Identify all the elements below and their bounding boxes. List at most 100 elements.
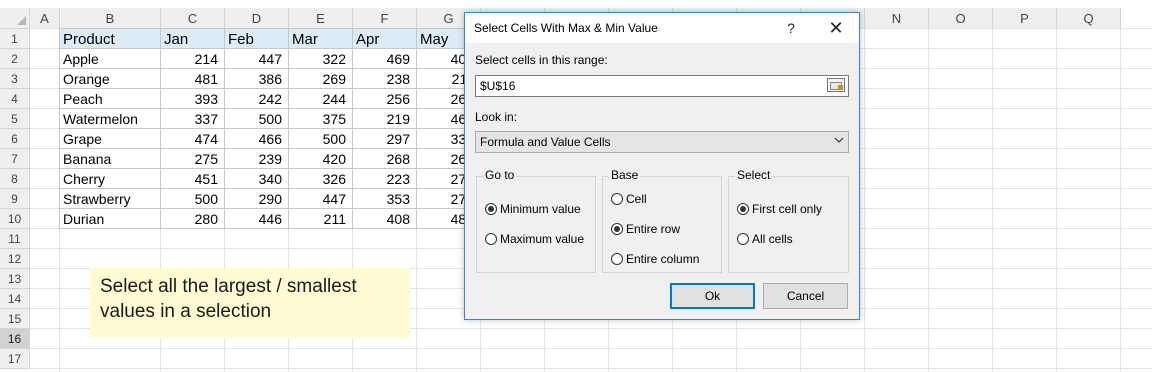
table-header-cell[interactable]: Jan xyxy=(161,29,224,49)
table-cell[interactable]: Strawberry xyxy=(60,189,160,209)
table-cell[interactable]: Grape xyxy=(60,129,160,149)
row-header[interactable]: 6 xyxy=(0,129,30,149)
table-cell[interactable]: 326 xyxy=(289,169,352,189)
table-cell[interactable]: 447 xyxy=(289,189,352,209)
table-cell[interactable]: 269 xyxy=(289,69,352,89)
table-cell[interactable]: 375 xyxy=(289,109,352,129)
radio-maximum-value[interactable]: Maximum value xyxy=(485,232,584,246)
table-cell[interactable]: 500 xyxy=(225,109,288,129)
row-header[interactable]: 7 xyxy=(0,149,30,169)
table-cell[interactable]: 290 xyxy=(225,189,288,209)
table-cell[interactable]: 469 xyxy=(353,49,416,69)
row-header[interactable]: 5 xyxy=(0,109,30,129)
range-input[interactable]: $U$16 xyxy=(475,75,849,97)
radio-entire-row[interactable]: Entire row xyxy=(611,222,680,236)
table-cell[interactable]: Banana xyxy=(60,149,160,169)
table-cell[interactable]: 481 xyxy=(161,69,224,89)
table-cell[interactable]: 500 xyxy=(289,129,352,149)
column-header[interactable]: Q xyxy=(1057,8,1121,29)
table-cell[interactable]: Watermelon xyxy=(60,109,160,129)
table-cell[interactable]: 353 xyxy=(353,189,416,209)
table-cell[interactable]: 447 xyxy=(225,49,288,69)
table-cell[interactable]: 275 xyxy=(161,149,224,169)
row-header[interactable]: 1 xyxy=(0,29,30,49)
table-cell[interactable]: 219 xyxy=(353,109,416,129)
row-header[interactable]: 11 xyxy=(0,229,30,249)
table-cell[interactable]: 268 xyxy=(353,149,416,169)
help-icon[interactable]: ? xyxy=(779,13,803,43)
table-cell[interactable]: Cherry xyxy=(60,169,160,189)
column-header[interactable]: P xyxy=(993,8,1057,29)
radio-minimum-value[interactable]: Minimum value xyxy=(485,202,581,216)
table-cell[interactable]: 420 xyxy=(289,149,352,169)
cancel-button[interactable]: Cancel xyxy=(763,283,848,309)
column-header[interactable]: C xyxy=(161,8,225,29)
column-header[interactable]: B xyxy=(60,8,161,29)
table-header-cell[interactable]: Mar xyxy=(289,29,352,49)
table-cell[interactable]: 446 xyxy=(225,209,288,229)
ok-button[interactable]: Ok xyxy=(670,283,755,309)
row-header[interactable]: 15 xyxy=(0,309,30,329)
column-header[interactable]: A xyxy=(30,8,60,29)
table-cell[interactable]: 211 xyxy=(289,209,352,229)
row-header[interactable]: 3 xyxy=(0,69,30,89)
radio-empty-icon xyxy=(737,233,749,245)
row-header[interactable]: 13 xyxy=(0,269,30,289)
lookin-label: Look in: xyxy=(475,110,518,124)
table-cell[interactable]: 337 xyxy=(161,109,224,129)
table-cell[interactable]: 500 xyxy=(161,189,224,209)
row-header[interactable]: 2 xyxy=(0,49,30,69)
gridline xyxy=(864,29,865,372)
table-cell[interactable]: 466 xyxy=(225,129,288,149)
radio-all-cells[interactable]: All cells xyxy=(737,232,793,246)
table-cell[interactable]: 256 xyxy=(353,89,416,109)
table-cell[interactable]: 239 xyxy=(225,149,288,169)
table-cell[interactable]: 223 xyxy=(353,169,416,189)
close-icon[interactable]: ✕ xyxy=(823,13,849,43)
table-cell[interactable]: 408 xyxy=(353,209,416,229)
table-cell[interactable]: 340 xyxy=(225,169,288,189)
column-header[interactable]: D xyxy=(225,8,289,29)
row-header[interactable]: 10 xyxy=(0,209,30,229)
row-header[interactable]: 4 xyxy=(0,89,30,109)
table-cell[interactable]: 451 xyxy=(161,169,224,189)
table-cell[interactable]: 244 xyxy=(289,89,352,109)
lookin-dropdown[interactable]: Formula and Value Cells xyxy=(475,131,849,153)
table-cell[interactable]: 297 xyxy=(353,129,416,149)
table-header-cell[interactable]: Apr xyxy=(353,29,416,49)
column-header[interactable]: E xyxy=(289,8,353,29)
column-header[interactable]: O xyxy=(929,8,993,29)
row-header[interactable]: 16 xyxy=(0,329,30,349)
table-header-cell[interactable]: Feb xyxy=(225,29,288,49)
range-value: $U$16 xyxy=(480,79,516,93)
range-picker-icon[interactable] xyxy=(827,78,845,92)
row-header[interactable]: 17 xyxy=(0,349,30,369)
row-header[interactable]: 8 xyxy=(0,169,30,189)
radio-cell[interactable]: Cell xyxy=(611,192,647,206)
table-cell[interactable]: 474 xyxy=(161,129,224,149)
row-header[interactable]: 12 xyxy=(0,249,30,269)
row-header[interactable]: 9 xyxy=(0,189,30,209)
select-all-corner[interactable] xyxy=(0,8,30,29)
row-header[interactable]: 14 xyxy=(0,289,30,309)
table-cell[interactable]: 280 xyxy=(161,209,224,229)
radio-first-cell-only[interactable]: First cell only xyxy=(737,202,822,216)
column-header[interactable]: N xyxy=(865,8,929,29)
radio-label: First cell only xyxy=(752,202,823,216)
table-cell[interactable]: Peach xyxy=(60,89,160,109)
table-border xyxy=(59,148,481,149)
table-cell[interactable]: Orange xyxy=(60,69,160,89)
table-cell[interactable]: Apple xyxy=(60,49,160,69)
table-cell[interactable]: 393 xyxy=(161,89,224,109)
gridline xyxy=(928,29,929,372)
table-cell[interactable]: 214 xyxy=(161,49,224,69)
radio-entire-column[interactable]: Entire column xyxy=(611,252,699,266)
table-cell[interactable]: 238 xyxy=(353,69,416,89)
column-header[interactable]: F xyxy=(353,8,417,29)
table-cell[interactable]: 386 xyxy=(225,69,288,89)
table-cell[interactable]: Durian xyxy=(60,209,160,229)
table-cell[interactable]: 322 xyxy=(289,49,352,69)
table-header-cell[interactable]: Product xyxy=(60,29,160,49)
table-cell[interactable]: 242 xyxy=(225,89,288,109)
radio-label: All cells xyxy=(752,232,793,246)
